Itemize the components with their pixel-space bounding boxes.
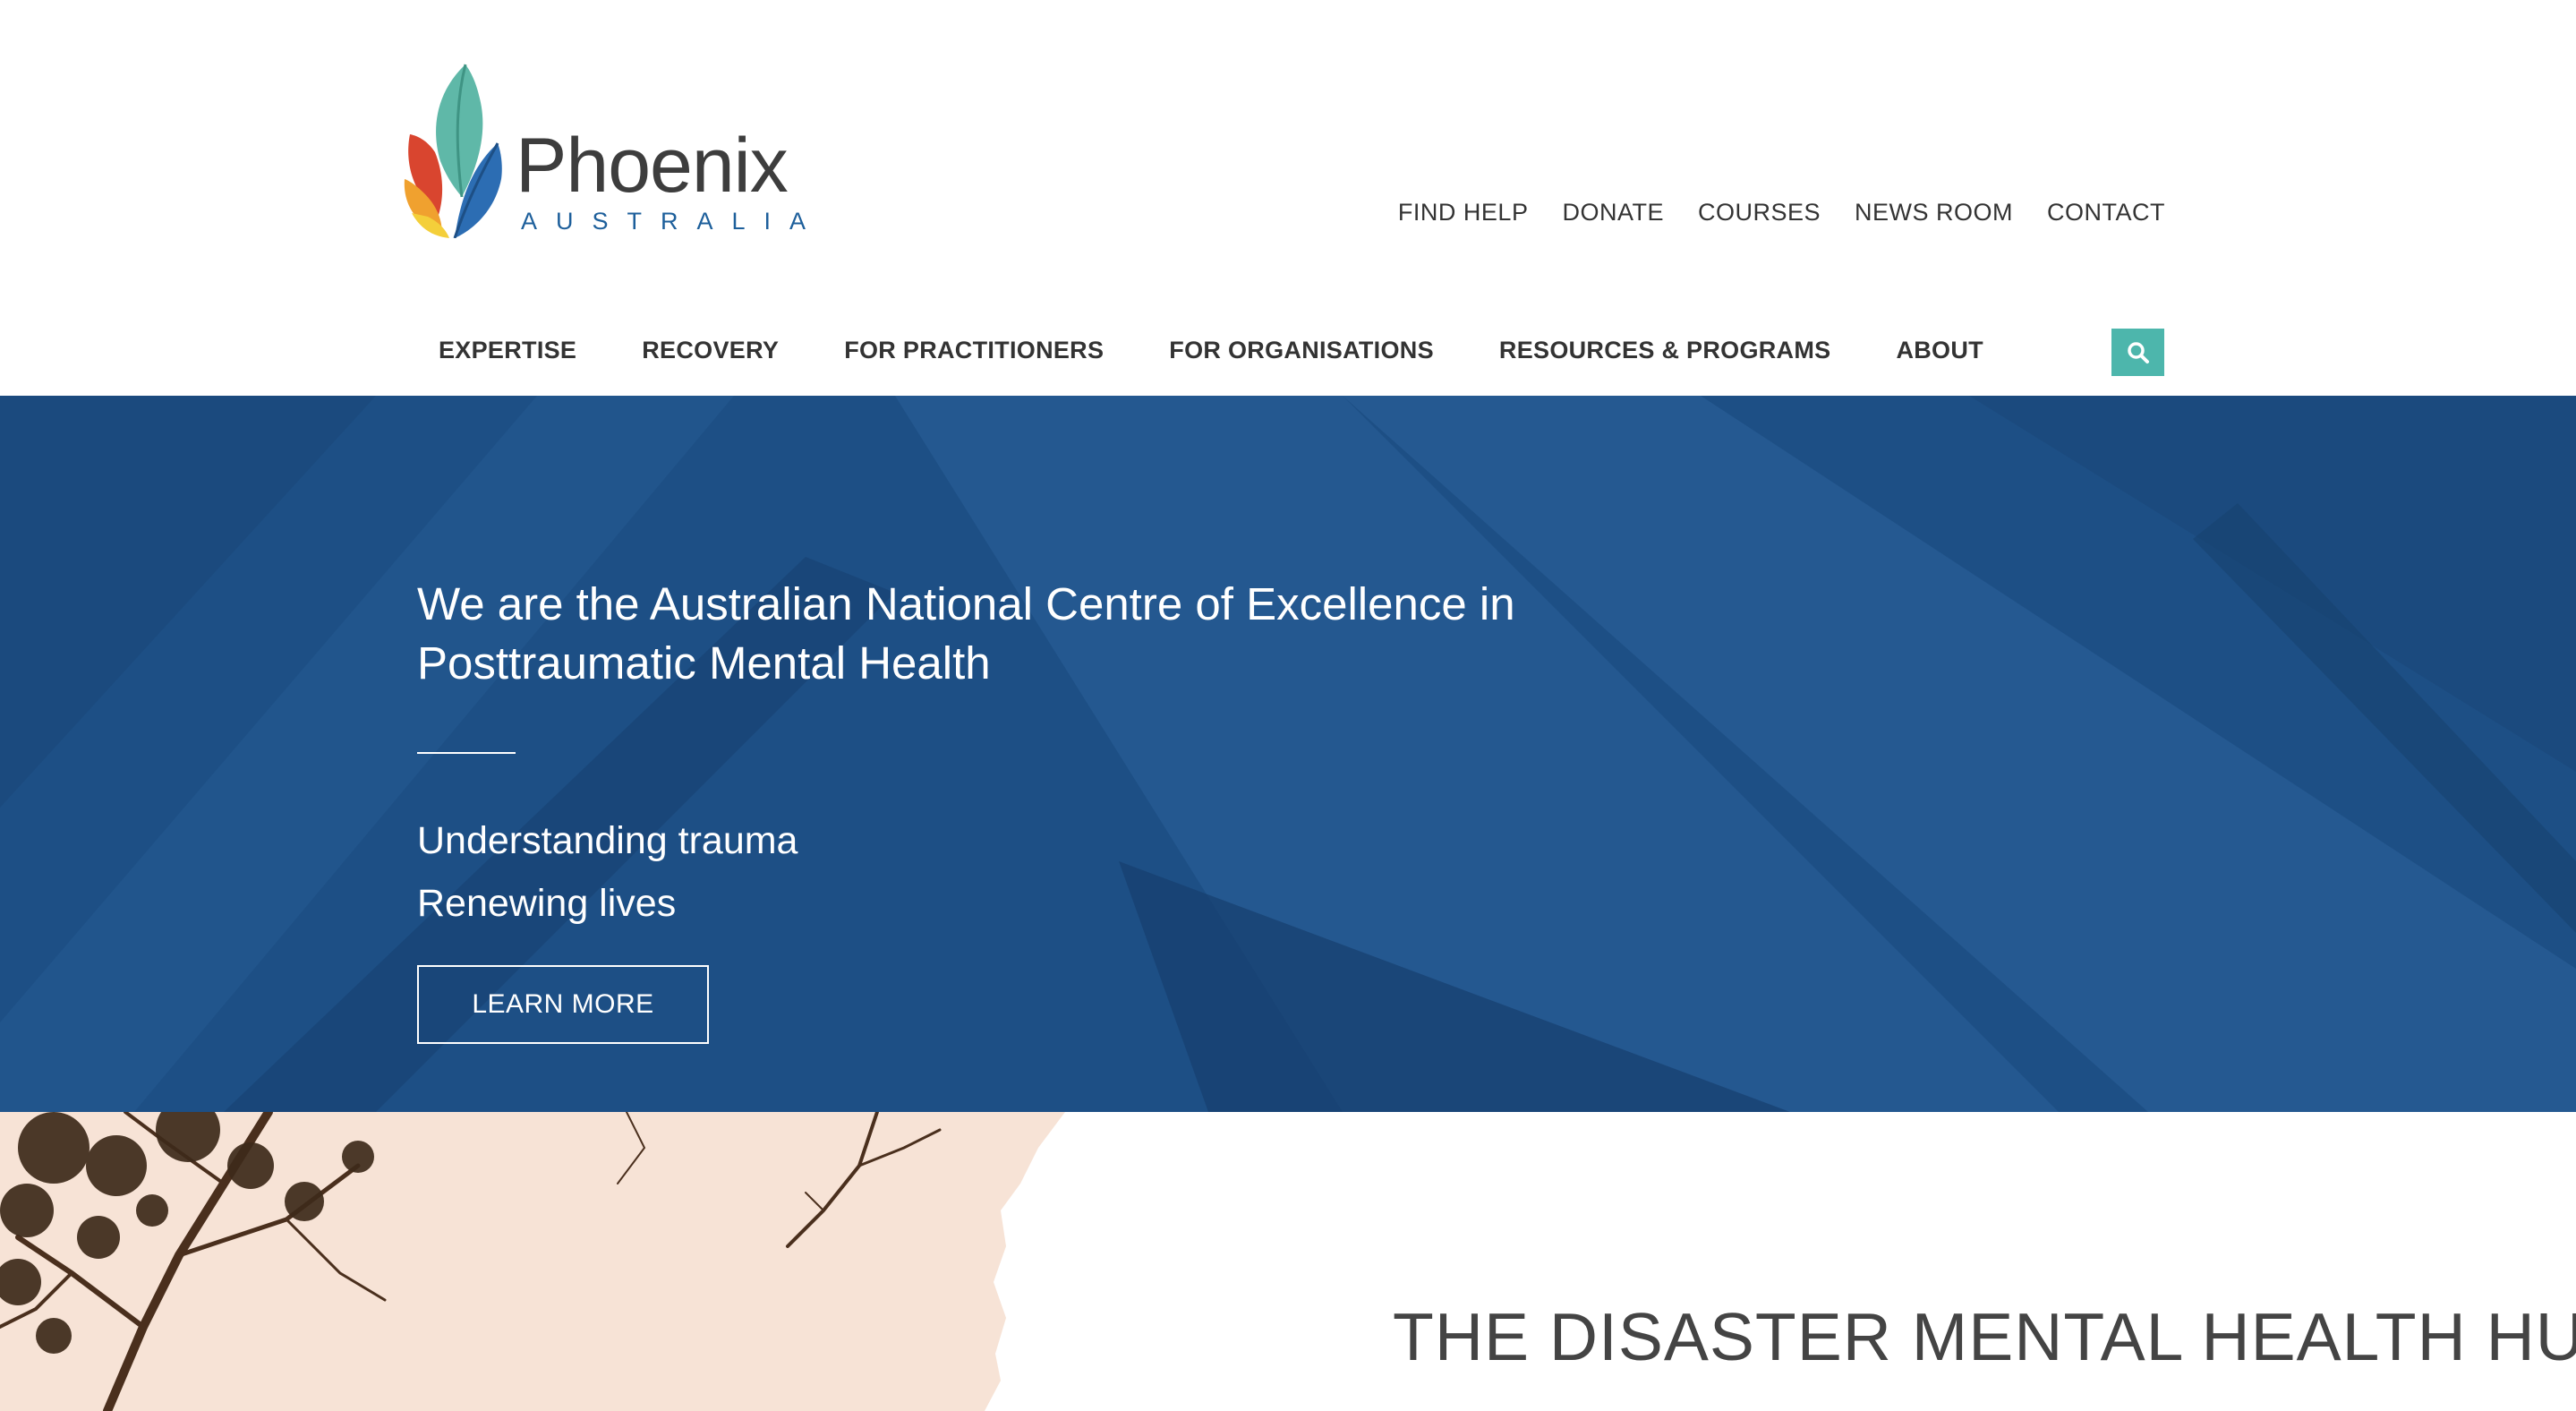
util-nav-news-room[interactable]: NEWS ROOM bbox=[1855, 199, 2013, 227]
main-nav-recovery[interactable]: RECOVERY bbox=[642, 337, 779, 364]
util-nav-courses[interactable]: COURSES bbox=[1698, 199, 1821, 227]
hero-tagline-1: Understanding trauma bbox=[417, 819, 798, 862]
learn-more-button[interactable]: LEARN MORE bbox=[417, 965, 709, 1044]
site-header: Phoenix AUSTRALIA FIND HELP DONATE COURS… bbox=[0, 0, 2576, 396]
utility-nav: FIND HELP DONATE COURSES NEWS ROOM CONTA… bbox=[1398, 199, 2165, 227]
hero-banner: We are the Australian National Centre of… bbox=[0, 396, 2576, 1112]
main-nav-for-practitioners[interactable]: FOR PRACTITIONERS bbox=[844, 337, 1104, 364]
util-nav-donate[interactable]: DONATE bbox=[1562, 199, 1664, 227]
hero-divider bbox=[417, 752, 516, 754]
main-nav-resources-programs[interactable]: RESOURCES & PROGRAMS bbox=[1499, 337, 1831, 364]
disaster-hub-section: THE DISASTER MENTAL HEALTH HUB bbox=[0, 1112, 2576, 1411]
phoenix-feather-icon bbox=[404, 64, 502, 238]
search-button[interactable] bbox=[2111, 329, 2164, 376]
util-nav-contact[interactable]: CONTACT bbox=[2047, 199, 2165, 227]
brand-subtitle: AUSTRALIA bbox=[521, 208, 825, 235]
util-nav-find-help[interactable]: FIND HELP bbox=[1398, 199, 1529, 227]
hero-content: We are the Australian National Centre of… bbox=[417, 575, 1581, 1044]
hero-title: We are the Australian National Centre of… bbox=[417, 578, 1515, 688]
section-title: THE DISASTER MENTAL HEALTH HUB bbox=[1393, 1299, 2576, 1374]
phoenix-logo[interactable]: Phoenix AUSTRALIA bbox=[403, 63, 806, 242]
main-nav-expertise[interactable]: EXPERTISE bbox=[439, 337, 576, 364]
main-nav-for-organisations[interactable]: FOR ORGANISATIONS bbox=[1169, 337, 1434, 364]
main-nav-about[interactable]: ABOUT bbox=[1896, 337, 1983, 364]
brand-name: Phoenix bbox=[516, 123, 789, 209]
hero-tagline-2: Renewing lives bbox=[417, 882, 677, 925]
tree-illustration bbox=[0, 1112, 1065, 1411]
search-icon bbox=[2127, 341, 2149, 363]
main-nav: EXPERTISE RECOVERY FOR PRACTITIONERS FOR… bbox=[439, 337, 2049, 364]
